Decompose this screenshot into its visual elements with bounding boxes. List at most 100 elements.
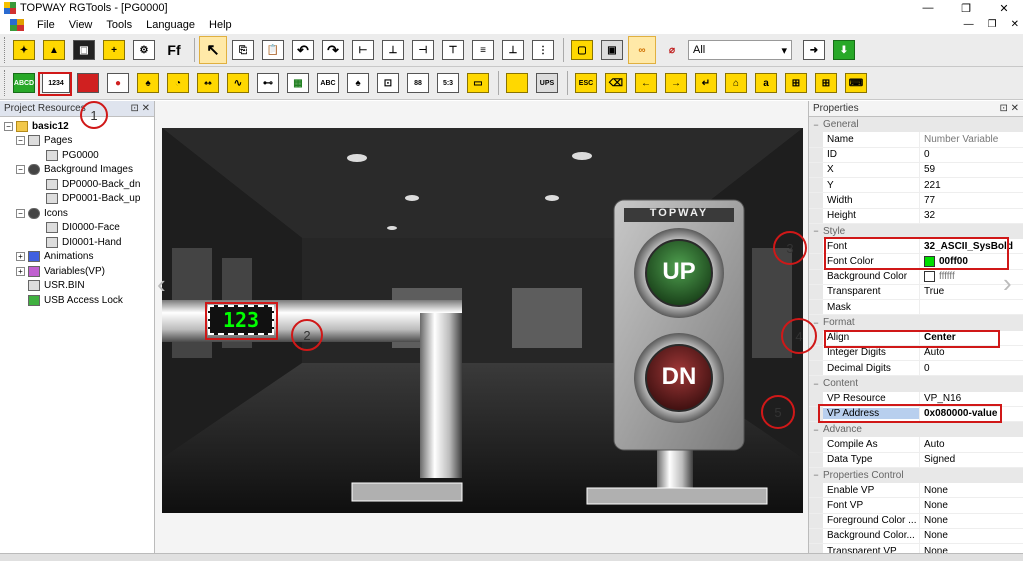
qrcode-widget-button[interactable]: ▦ — [284, 69, 312, 97]
menu-view[interactable]: View — [62, 19, 100, 31]
clock-widget-button[interactable]: 88 — [404, 69, 432, 97]
property-row[interactable]: Data Type Signed — [809, 452, 1023, 468]
rect-key-button[interactable] — [503, 69, 531, 97]
tree-item[interactable]: USB Access Lock — [4, 293, 154, 308]
char-key-button[interactable]: a — [752, 69, 780, 97]
slider-widget-button[interactable]: ⊷ — [254, 69, 282, 97]
properties-controls[interactable]: ⊡ ✕ — [999, 103, 1019, 114]
property-value[interactable] — [919, 300, 1023, 315]
property-row[interactable]: Decimal Digits 0 — [809, 361, 1023, 377]
minimize-button[interactable]: — — [909, 0, 947, 16]
property-category[interactable]: − Format — [809, 315, 1023, 331]
property-value[interactable]: None — [919, 544, 1023, 553]
mdi-minimize-button[interactable]: — — [964, 16, 974, 34]
panel-controls[interactable]: ⊡ ✕ — [130, 103, 150, 114]
menu-file[interactable]: File — [30, 19, 62, 31]
time-widget-button[interactable]: 5:3 — [434, 69, 462, 97]
property-value[interactable]: 221 — [919, 178, 1023, 193]
property-value[interactable]: Signed — [919, 452, 1023, 467]
compile-button[interactable]: ➜ — [800, 36, 828, 64]
backspace-key-button[interactable]: ⌫ — [602, 69, 630, 97]
new-project-button[interactable]: ✦ — [10, 36, 38, 64]
property-row[interactable]: Foreground Color ... None — [809, 513, 1023, 529]
property-row[interactable]: Transparent VP None — [809, 544, 1023, 553]
align-middle-button[interactable]: ≡ — [469, 36, 497, 64]
property-value[interactable]: Auto — [919, 437, 1023, 452]
property-row[interactable]: Font VP None — [809, 498, 1023, 514]
align-right-button[interactable]: ⊣ — [409, 36, 437, 64]
home-key-button[interactable]: ⌂ — [722, 69, 750, 97]
expand-toggle-icon[interactable]: + — [16, 266, 25, 276]
property-category[interactable]: − Properties Control — [809, 467, 1023, 483]
tree-item[interactable]: + Animations — [4, 250, 154, 265]
property-row[interactable]: Background Color ffffff — [809, 269, 1023, 285]
property-row[interactable]: Width 77 — [809, 193, 1023, 209]
property-category[interactable]: − Content — [809, 376, 1023, 392]
property-row[interactable]: Mask — [809, 300, 1023, 316]
keypad-1-button[interactable]: ⊞ — [782, 69, 810, 97]
property-value[interactable]: 77 — [919, 193, 1023, 208]
expand-toggle-icon[interactable]: + — [16, 252, 25, 262]
touch-area-button[interactable]: ▭ — [464, 69, 492, 97]
spade-widget-button[interactable]: ♠ — [134, 69, 162, 97]
property-row[interactable]: Compile As Auto — [809, 437, 1023, 453]
collapse-icon[interactable]: − — [809, 120, 823, 130]
property-row[interactable]: Y 221 — [809, 178, 1023, 194]
settings-button[interactable]: ⚙ — [130, 36, 158, 64]
maximize-button[interactable]: ❐ — [947, 0, 985, 16]
left-key-button[interactable]: ← — [632, 69, 660, 97]
bar-widget-button[interactable] — [74, 69, 102, 97]
right-key-button[interactable]: → — [662, 69, 690, 97]
toolbar-grip[interactable] — [4, 37, 7, 63]
mdi-restore-button[interactable]: ❐ — [988, 16, 997, 34]
menu-language[interactable]: Language — [139, 19, 202, 31]
expand-toggle-icon[interactable]: − — [16, 136, 25, 146]
tree-item[interactable]: − Icons — [4, 206, 154, 221]
property-value[interactable]: None — [919, 483, 1023, 498]
property-value[interactable]: None — [919, 498, 1023, 513]
tree-item[interactable]: DI0001-Hand — [4, 235, 154, 250]
undo-button[interactable]: ↶ — [289, 36, 317, 64]
save-button[interactable]: ▣ — [70, 36, 98, 64]
keyboard-button[interactable]: ⌨ — [842, 69, 870, 97]
distribute-button[interactable]: ⋮ — [529, 36, 557, 64]
property-row[interactable]: Enable VP None — [809, 483, 1023, 499]
gauge-widget-button[interactable]: ◔ — [164, 69, 192, 97]
prev-page-arrow-icon[interactable]: ‹ — [157, 269, 166, 300]
menu-help[interactable]: Help — [202, 19, 239, 31]
curve-widget-button[interactable]: ∿ — [224, 69, 252, 97]
property-category[interactable]: − General — [809, 117, 1023, 133]
tree-item[interactable]: USR.BIN — [4, 279, 154, 294]
property-row[interactable]: Height 32 — [809, 208, 1023, 224]
spade-button-widget[interactable]: ♠ — [344, 69, 372, 97]
keypad-2-button[interactable]: ⊞ — [812, 69, 840, 97]
dn-button[interactable]: DN — [646, 363, 712, 391]
tree-item[interactable]: DP0000-Back_dn — [4, 177, 154, 192]
toolbar-grip-2[interactable] — [4, 70, 7, 96]
download-button[interactable]: ⬇ — [830, 36, 858, 64]
dial-widget-button[interactable]: ⊡ — [374, 69, 402, 97]
next-page-arrow-icon[interactable]: › — [1003, 268, 1012, 299]
select-tool-button[interactable]: ↖ — [199, 36, 227, 64]
property-value[interactable]: None — [919, 513, 1023, 528]
expand-toggle-icon[interactable]: − — [16, 165, 25, 175]
align-bottom-button[interactable]: ⊥ — [499, 36, 527, 64]
send-back-button[interactable]: ▣ — [598, 36, 626, 64]
esc-key-button[interactable]: ESC — [572, 69, 600, 97]
property-row[interactable]: Name Number Variable — [809, 132, 1023, 148]
property-value[interactable]: None — [919, 528, 1023, 543]
collapse-icon[interactable]: − — [809, 226, 823, 236]
expand-toggle-icon[interactable]: − — [4, 121, 13, 131]
tree-item[interactable]: DI0000-Face — [4, 221, 154, 236]
property-value[interactable]: Number Variable — [919, 132, 1023, 147]
tree-item[interactable]: + Variables(VP) — [4, 264, 154, 279]
tree-item[interactable]: PG0000 — [4, 148, 154, 163]
property-value[interactable]: 0 — [919, 147, 1023, 162]
tree-item[interactable]: − Pages — [4, 134, 154, 149]
add-page-button[interactable]: + — [100, 36, 128, 64]
tree-item[interactable]: DP0001-Back_up — [4, 192, 154, 207]
up-button[interactable]: UP — [646, 258, 712, 286]
collapse-icon[interactable]: − — [809, 470, 823, 480]
redo-button[interactable]: ↷ — [319, 36, 347, 64]
collapse-icon[interactable]: − — [809, 425, 823, 435]
